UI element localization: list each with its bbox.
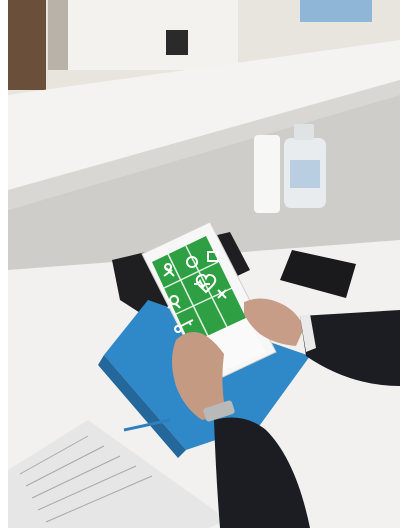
dark-object-top xyxy=(166,30,188,55)
sanitizer-label xyxy=(290,160,320,188)
blue-sign-top xyxy=(300,0,372,22)
sanitizer-cap xyxy=(294,124,314,140)
photo-scene xyxy=(8,0,400,528)
scene-svg xyxy=(8,0,400,528)
paper-roll xyxy=(254,135,280,213)
window-light xyxy=(68,0,238,70)
shelf-item-left xyxy=(8,0,46,90)
shelf-item-mid xyxy=(48,0,70,70)
